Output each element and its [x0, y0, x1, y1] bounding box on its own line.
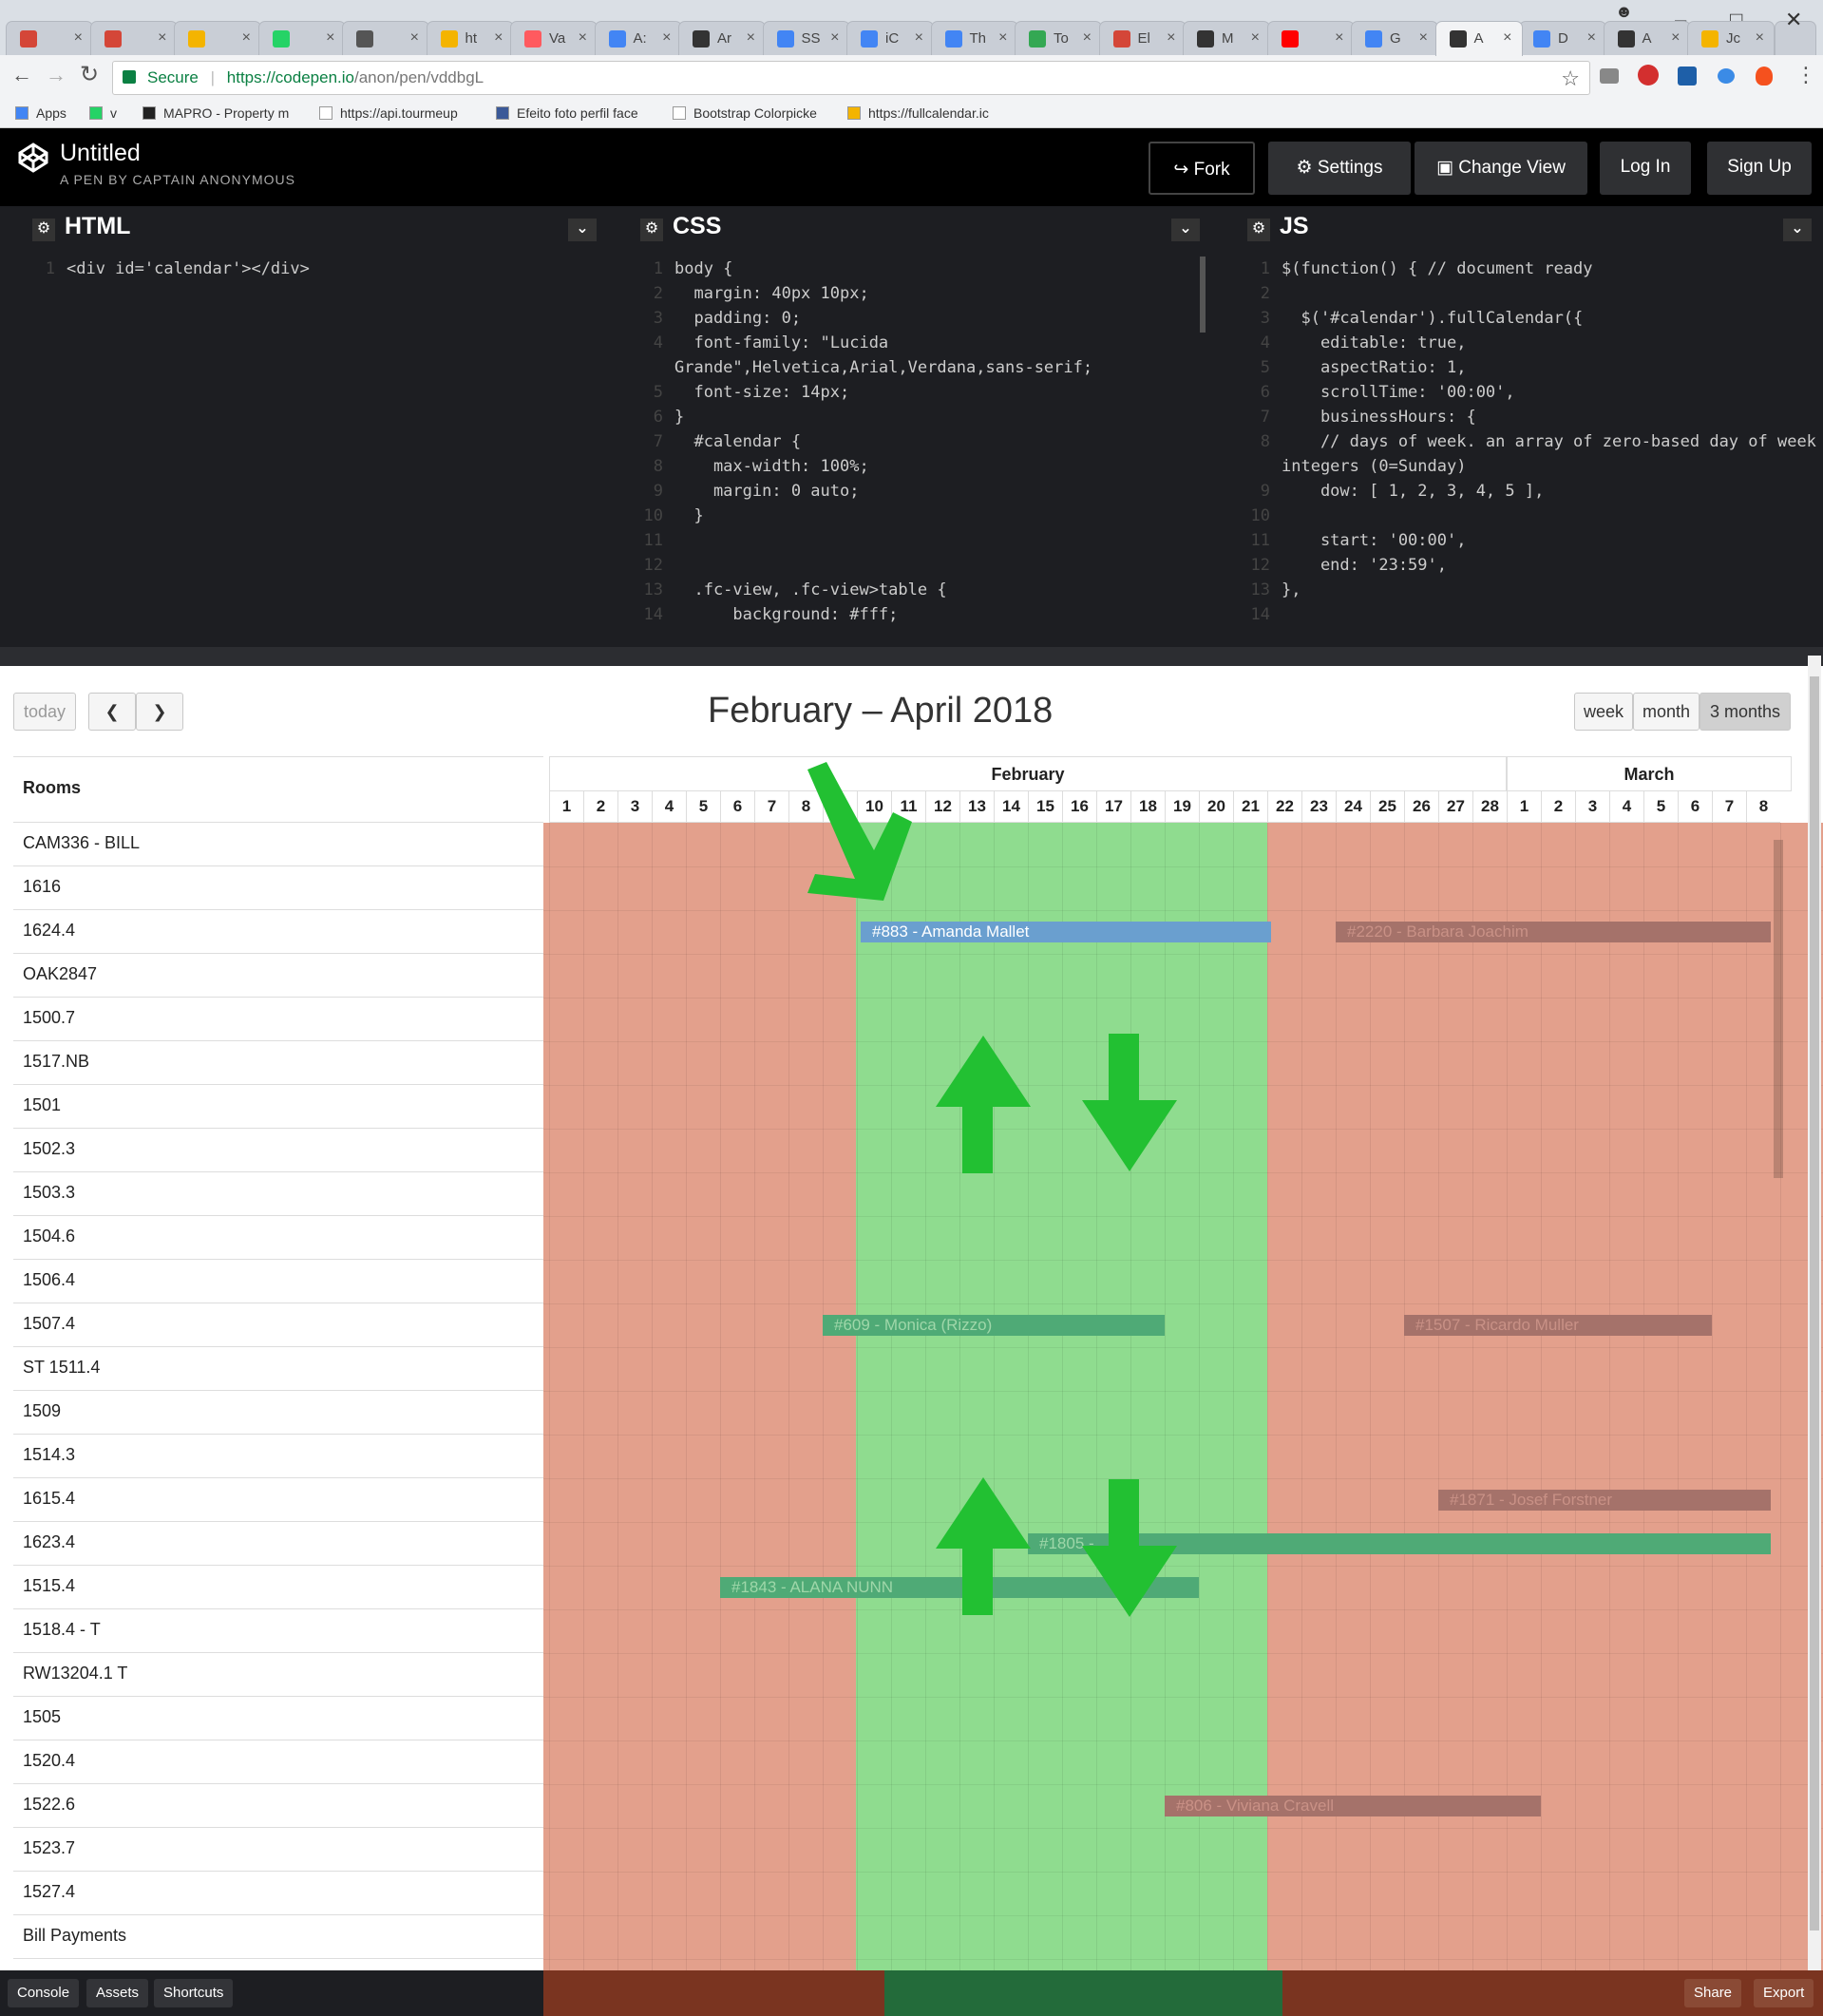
close-tab-icon[interactable]: ×	[747, 29, 755, 47]
arrow-up-icon	[936, 1036, 1031, 1173]
tab-label: Th	[969, 30, 987, 47]
export-button[interactable]: Export	[1754, 1979, 1814, 2007]
tab-label: iC	[885, 30, 900, 47]
tab-favicon-icon	[776, 30, 794, 48]
browser-tab[interactable]: iC ×	[846, 21, 934, 55]
tab-favicon-icon	[1701, 30, 1719, 48]
tab-favicon-icon	[104, 30, 122, 48]
tab-label: A:	[633, 30, 647, 47]
close-tab-icon[interactable]: ×	[1671, 29, 1680, 47]
browser-tab[interactable]: A ×	[1603, 21, 1691, 55]
tab-label: D	[1558, 30, 1568, 47]
console-button[interactable]: Console	[8, 1979, 80, 2007]
tab-favicon-icon	[188, 30, 205, 48]
tab-favicon-icon	[1112, 30, 1130, 48]
tab-favicon-icon	[356, 30, 373, 48]
close-tab-icon[interactable]: ×	[662, 29, 671, 47]
close-tab-icon[interactable]: ×	[1083, 29, 1092, 47]
tab-favicon-icon	[1449, 30, 1467, 48]
tab-label: Ar	[717, 30, 731, 47]
tab-label: To	[1054, 30, 1069, 47]
close-tab-icon[interactable]: ×	[494, 29, 503, 47]
arrow-down-icon	[1082, 1034, 1177, 1171]
tab-favicon-icon	[524, 30, 541, 48]
tab-favicon-icon	[693, 30, 710, 48]
close-tab-icon[interactable]: ×	[158, 29, 166, 47]
browser-tab[interactable]: Ar ×	[678, 21, 766, 55]
browser-tab[interactable]: ht ×	[426, 21, 514, 55]
tab-label: A	[1473, 30, 1484, 47]
tab-label: G	[1390, 30, 1401, 47]
browser-tab[interactable]: A ×	[1434, 21, 1523, 56]
arrow-diagonal-icon	[807, 762, 912, 901]
close-tab-icon[interactable]: ×	[579, 29, 587, 47]
browser-tab[interactable]: Jc ×	[1687, 21, 1775, 55]
browser-tab[interactable]: El ×	[1098, 21, 1187, 55]
footer-highlight-overlay	[884, 1970, 1282, 2016]
tab-favicon-icon	[1029, 30, 1046, 48]
tab-label: Va	[549, 30, 566, 47]
tab-label: ht	[465, 30, 478, 47]
annotation-arrows	[807, 762, 1177, 1617]
close-tab-icon[interactable]: ×	[1419, 29, 1428, 47]
close-tab-icon[interactable]: ×	[1503, 29, 1511, 47]
tab-label: M	[1222, 30, 1234, 47]
tab-favicon-icon	[1365, 30, 1382, 48]
browser-tab[interactable]: ×	[1266, 21, 1355, 55]
close-tab-icon[interactable]: ×	[998, 29, 1007, 47]
close-tab-icon[interactable]: ×	[830, 29, 839, 47]
browser-tab[interactable]: To ×	[1015, 21, 1102, 55]
browser-tab[interactable]: SS ×	[762, 21, 850, 55]
close-tab-icon[interactable]: ×	[1167, 29, 1175, 47]
tab-label: Jc	[1726, 30, 1740, 47]
browser-tab[interactable]: G ×	[1351, 21, 1438, 55]
close-tab-icon[interactable]: ×	[1335, 29, 1343, 47]
tab-favicon-icon	[1197, 30, 1214, 48]
browser-tab[interactable]: M ×	[1183, 21, 1270, 55]
browser-tab[interactable]: Va ×	[510, 21, 598, 55]
tab-label: El	[1137, 30, 1150, 47]
browser-tab[interactable]: ×	[174, 21, 261, 55]
browser-tab[interactable]: D ×	[1519, 21, 1606, 55]
tab-favicon-icon	[1617, 30, 1635, 48]
close-tab-icon[interactable]: ×	[242, 29, 251, 47]
arrow-down-icon	[1082, 1479, 1177, 1617]
browser-tab[interactable]: A: ×	[594, 21, 682, 55]
codepen-footer	[0, 1970, 1823, 2016]
tab-label: SS	[801, 30, 821, 47]
close-tab-icon[interactable]: ×	[915, 29, 923, 47]
close-tab-icon[interactable]: ×	[1251, 29, 1260, 47]
close-tab-icon[interactable]: ×	[326, 29, 334, 47]
browser-tab[interactable]: ×	[89, 21, 178, 55]
tab-label: A	[1642, 30, 1652, 47]
tab-favicon-icon	[1533, 30, 1550, 48]
tab-favicon-icon	[440, 30, 458, 48]
close-tab-icon[interactable]: ×	[410, 29, 419, 47]
share-button[interactable]: Share	[1684, 1979, 1742, 2007]
close-tab-icon[interactable]: ×	[1756, 29, 1764, 47]
tab-favicon-icon	[1281, 30, 1299, 48]
shortcuts-button[interactable]: Shortcuts	[154, 1979, 234, 2007]
tab-favicon-icon	[608, 30, 626, 48]
tab-favicon-icon	[861, 30, 878, 48]
browser-tab[interactable]: Th ×	[930, 21, 1018, 55]
browser-tab[interactable]: ×	[342, 21, 429, 55]
close-tab-icon[interactable]: ×	[1587, 29, 1596, 47]
assets-button[interactable]: Assets	[86, 1979, 149, 2007]
arrow-up-icon	[936, 1477, 1031, 1615]
browser-tab[interactable]: ×	[257, 21, 346, 55]
tab-favicon-icon	[272, 30, 290, 48]
tab-favicon-icon	[944, 30, 962, 48]
